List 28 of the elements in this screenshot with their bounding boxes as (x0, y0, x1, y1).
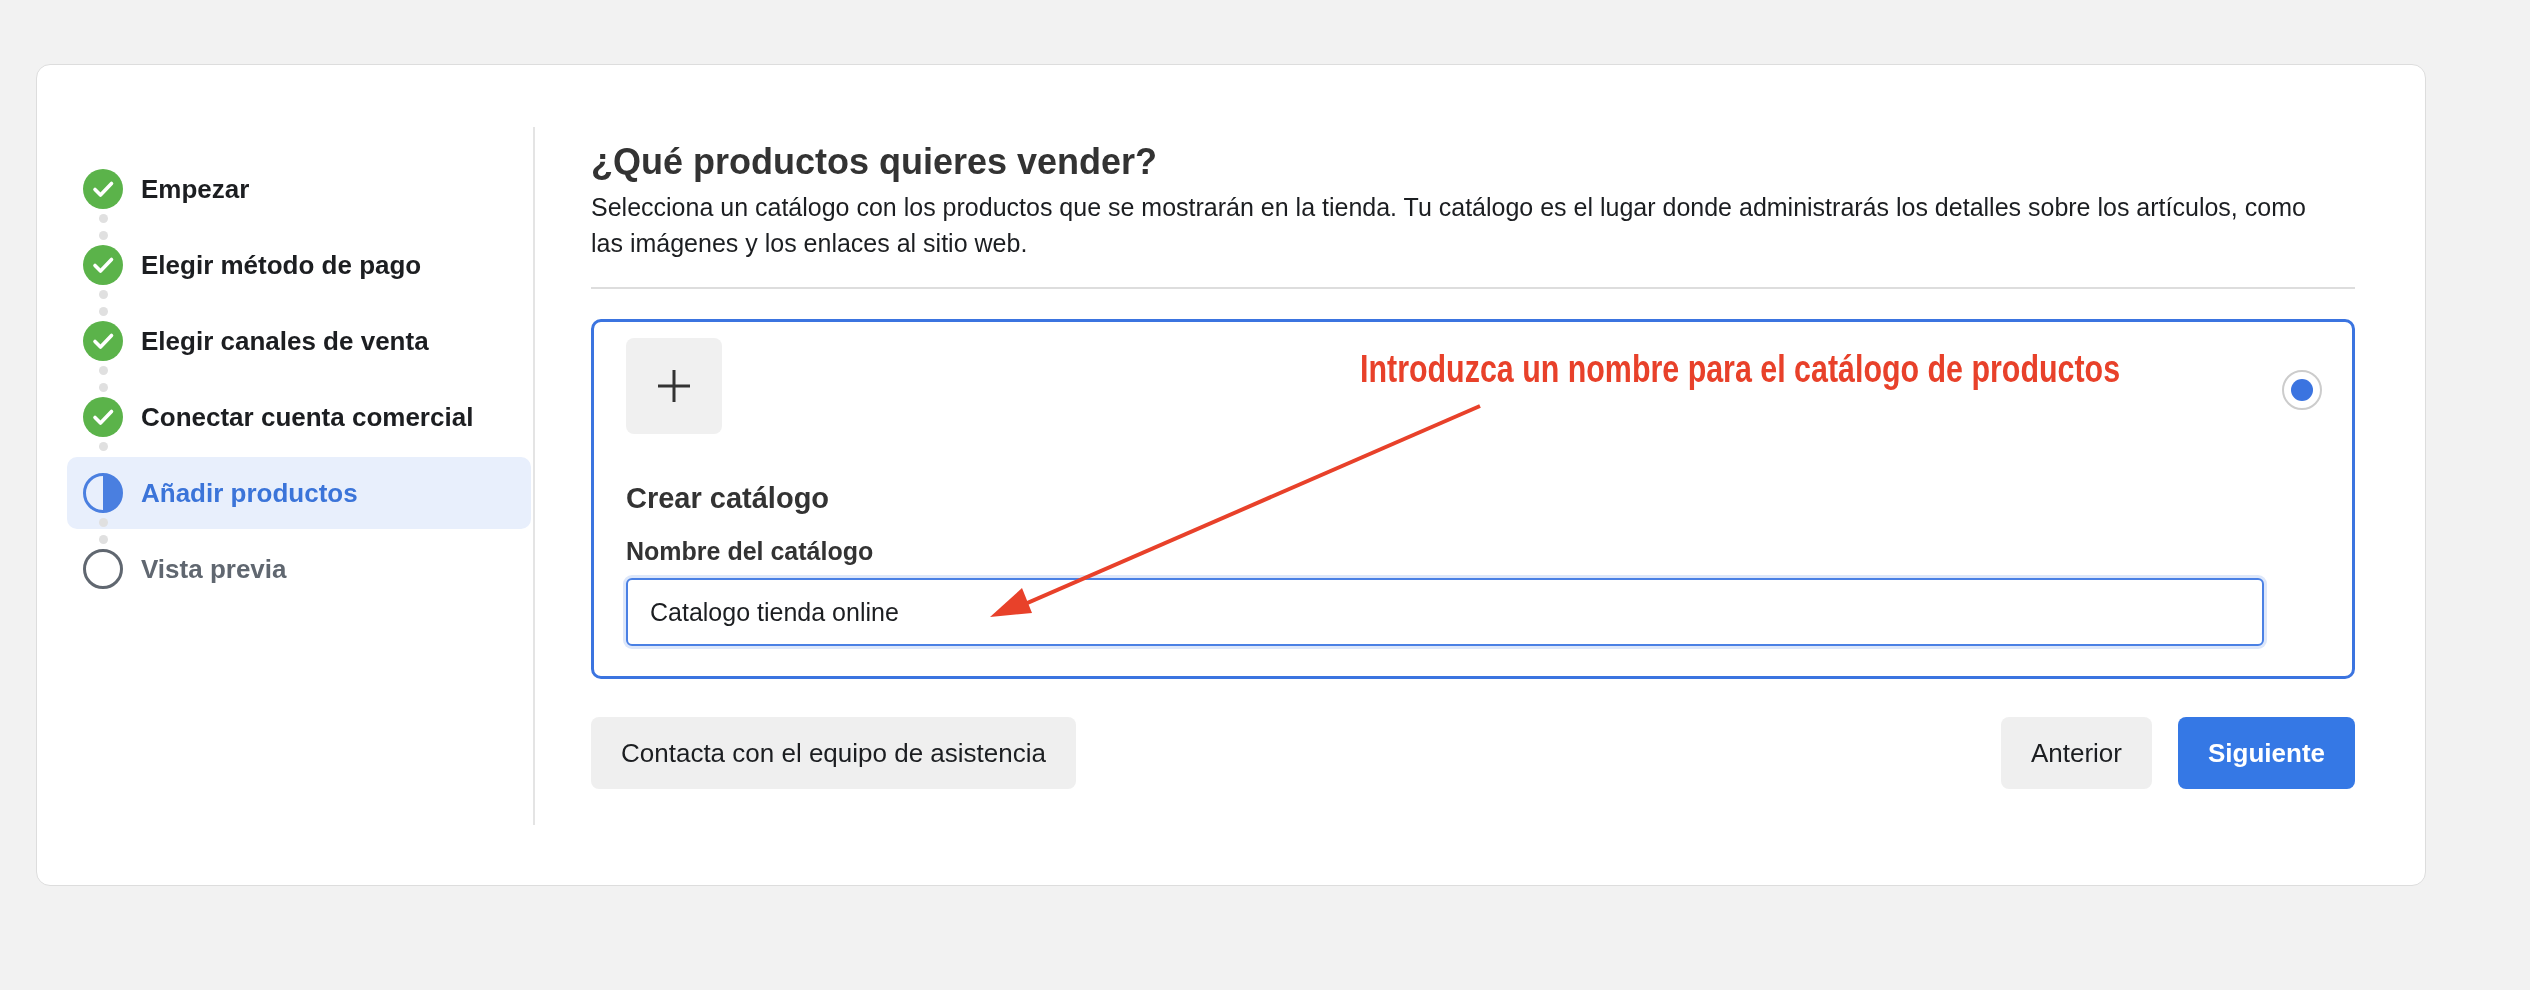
dotted-connector (99, 518, 108, 544)
dotted-connector (99, 366, 108, 392)
step-item[interactable]: Elegir canales de venta (67, 321, 531, 361)
dotted-connector (99, 214, 108, 240)
empty-circle-icon (83, 549, 123, 589)
field-label: Nombre del catálogo (626, 537, 875, 566)
step-item[interactable]: Empezar (67, 169, 531, 209)
catalog-option-card[interactable]: Crear catálogo Nombre del catálogo Catalogo tienda online Introduzca un nombre para el catálogo de productos (591, 319, 2355, 679)
next-button[interactable]: Siguiente (2178, 717, 2355, 789)
step-item[interactable]: Vista previa (67, 549, 531, 589)
back-button[interactable]: Anterior (2000, 717, 2152, 789)
support-button[interactable]: Contacta con el equipo de asistencia (591, 717, 1076, 789)
check-circle-icon (83, 169, 123, 209)
step-item[interactable]: Conectar cuenta comercial (67, 397, 531, 437)
check-circle-icon (83, 397, 123, 437)
catalog-name-field[interactable]: Catalogo tienda online (626, 578, 2264, 646)
annotation-text: Introduzca un nombre para el catálogo de productos (1360, 348, 2121, 391)
description-text: Selecciona un catálogo con los productos que se mostrarán en la tienda. Tu catálogo es el lugar donde administrarás los detalles sobre los artículos, como las imágenes y los enlaces al sitio web. (591, 192, 2307, 259)
check-circle-icon (83, 321, 123, 361)
page-heading: ¿Qué productos quieres vender? (591, 141, 1159, 183)
check-circle-icon (83, 245, 123, 285)
plus-button[interactable] (626, 338, 722, 434)
step-item[interactable]: Añadir productos (67, 457, 531, 529)
half-circle-icon (83, 473, 123, 513)
radio-button[interactable] (2282, 370, 2322, 410)
step-item[interactable]: Elegir método de pago (67, 245, 531, 285)
dotted-connector (99, 290, 108, 316)
option-title: Crear catálogo (626, 482, 831, 515)
